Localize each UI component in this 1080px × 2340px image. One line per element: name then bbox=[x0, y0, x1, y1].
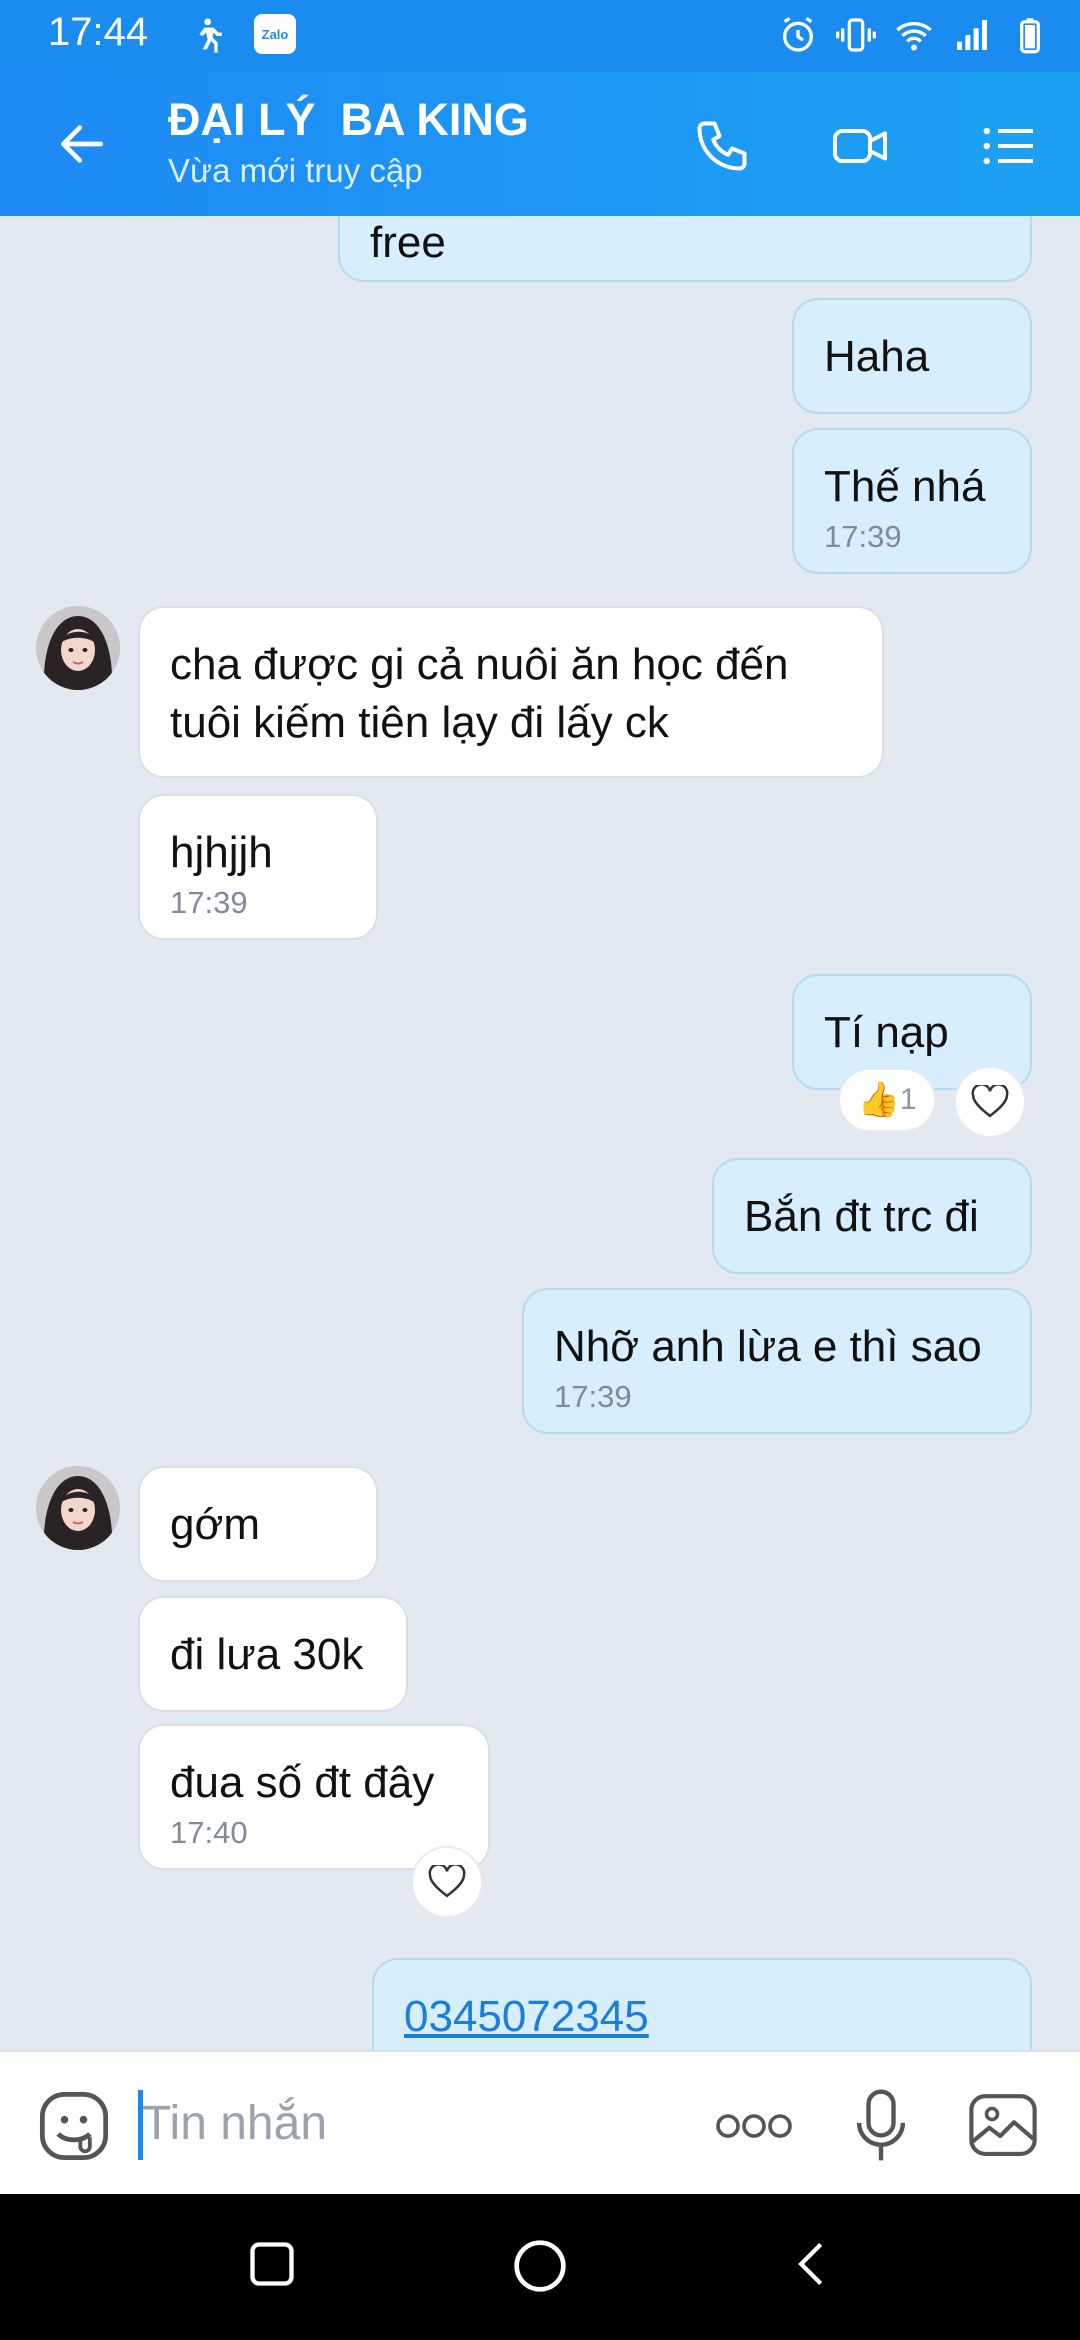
message-text: Nhỡ anh lừa e thì sao bbox=[554, 1322, 982, 1371]
message-bubble-received[interactable]: đi lưa 30k bbox=[138, 1596, 408, 1712]
message-text: Tí nạp bbox=[824, 1008, 949, 1057]
reaction-count: 1 bbox=[899, 1083, 917, 1116]
status-bar: 17:44 Zalo bbox=[0, 0, 1080, 72]
avatar-image bbox=[36, 1466, 120, 1550]
chat-header: ĐẠI LÝ BA KING Vừa mới truy cập bbox=[0, 72, 1080, 216]
walk-icon bbox=[199, 18, 222, 53]
contact-name[interactable]: ĐẠI LÝ BA KING bbox=[168, 94, 529, 146]
phone-number-link[interactable]: 0345072345 bbox=[404, 1988, 1000, 2046]
video-icon[interactable] bbox=[828, 116, 892, 176]
image-icon[interactable] bbox=[966, 2092, 1040, 2158]
message-time: 17:39 bbox=[824, 519, 902, 554]
message-bubble-sent[interactable]: Bắn đt trc đi bbox=[712, 1158, 1032, 1274]
message-text: free bbox=[370, 218, 446, 267]
avatar[interactable] bbox=[36, 606, 120, 690]
message-bubble-sent[interactable]: 0345072345 bbox=[372, 1958, 1032, 2050]
contact-status: Vừa mới truy cập bbox=[168, 152, 423, 189]
heart-icon bbox=[971, 1085, 1009, 1118]
system-nav-bar bbox=[0, 2194, 1080, 2340]
message-time: 17:39 bbox=[170, 885, 248, 920]
message-text: đua số đt đây bbox=[170, 1758, 435, 1807]
heart-icon bbox=[428, 1865, 466, 1898]
reaction-pill[interactable]: 👍 1 bbox=[838, 1068, 936, 1132]
mic-icon[interactable] bbox=[856, 2088, 906, 2164]
chat-area[interactable]: free Haha Thế nhá 17:39 cha được gi cả n… bbox=[0, 216, 1080, 2050]
status-time: 17:44 bbox=[48, 10, 149, 54]
signal-icon bbox=[957, 20, 987, 50]
message-bubble-sent[interactable]: free bbox=[338, 216, 1032, 282]
heart-react-button[interactable] bbox=[411, 1846, 483, 1918]
phone-icon[interactable] bbox=[690, 116, 754, 176]
message-bubble-received[interactable]: gớm bbox=[138, 1466, 378, 1582]
message-text: Thế nhá bbox=[824, 462, 986, 511]
message-text: đi lưa 30k bbox=[170, 1630, 364, 1679]
zalo-badge-text: Zalo bbox=[261, 26, 289, 42]
message-time: 17:39 bbox=[554, 1379, 632, 1414]
message-text: hjhjjh bbox=[170, 828, 273, 877]
zalo-icon: Zalo bbox=[254, 14, 296, 54]
alarm-icon bbox=[783, 16, 813, 52]
message-input-bar: Tin nhắn bbox=[0, 2050, 1080, 2194]
menu-list-icon[interactable] bbox=[976, 116, 1040, 176]
avatar[interactable] bbox=[36, 1466, 120, 1550]
message-input[interactable]: Tin nhắn bbox=[142, 2096, 327, 2151]
more-icon[interactable] bbox=[714, 2112, 794, 2140]
message-bubble-sent[interactable]: Nhỡ anh lừa e thì sao 17:39 bbox=[522, 1288, 1032, 1434]
message-text: Haha bbox=[824, 332, 930, 381]
message-text: gớm bbox=[170, 1500, 260, 1549]
message-bubble-received[interactable]: cha được gi cả nuôi ăn học đến tuôi kiếm… bbox=[138, 606, 884, 778]
message-text: Bắn đt trc đi bbox=[744, 1192, 979, 1241]
message-bubble-sent[interactable]: Haha bbox=[792, 298, 1032, 414]
back-arrow-icon[interactable] bbox=[54, 116, 110, 172]
battery-icon bbox=[1020, 18, 1040, 54]
message-bubble-sent[interactable]: Thế nhá 17:39 bbox=[792, 428, 1032, 574]
home-icon[interactable] bbox=[512, 2238, 568, 2294]
wifi-icon bbox=[896, 22, 932, 51]
heart-react-button[interactable] bbox=[954, 1066, 1026, 1138]
back-icon[interactable] bbox=[786, 2238, 838, 2290]
message-time: 17:40 bbox=[170, 1815, 248, 1850]
vibrate-icon bbox=[836, 18, 876, 52]
recents-icon[interactable] bbox=[246, 2238, 298, 2290]
avatar-image bbox=[36, 606, 120, 690]
message-text: cha được gi cả nuôi ăn học đến tuôi kiếm… bbox=[170, 640, 789, 747]
thumbs-up-icon: 👍 bbox=[857, 1081, 900, 1119]
emoji-icon[interactable] bbox=[36, 2088, 112, 2164]
message-bubble-received[interactable]: hjhjjh 17:39 bbox=[138, 794, 378, 940]
status-icons bbox=[778, 14, 1050, 56]
